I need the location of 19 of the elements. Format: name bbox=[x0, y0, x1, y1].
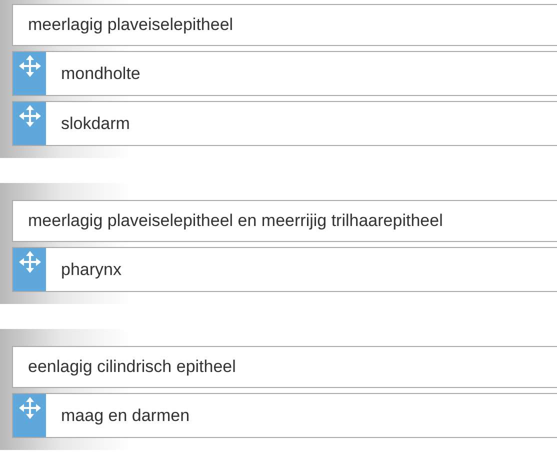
item-label: pharynx bbox=[61, 260, 122, 280]
draggable-item[interactable]: mondholte bbox=[12, 51, 557, 96]
drag-handle[interactable] bbox=[13, 248, 46, 291]
move-icon bbox=[18, 251, 40, 273]
draggable-item[interactable]: pharynx bbox=[12, 247, 557, 292]
item-label: maag en darmen bbox=[61, 406, 190, 426]
drag-handle[interactable] bbox=[13, 52, 46, 95]
category-heading: eenlagig cilindrisch epitheel bbox=[12, 346, 557, 388]
category-heading: meerlagig plaveiselepitheel bbox=[12, 4, 557, 46]
draggable-item[interactable]: slokdarm bbox=[12, 101, 557, 146]
move-icon bbox=[18, 397, 40, 419]
move-icon bbox=[18, 55, 40, 77]
item-label: slokdarm bbox=[61, 114, 130, 134]
move-icon bbox=[18, 105, 40, 127]
draggable-item[interactable]: maag en darmen bbox=[12, 393, 557, 438]
item-label: mondholte bbox=[61, 64, 140, 84]
drag-handle[interactable] bbox=[13, 102, 46, 145]
category-heading: meerlagig plaveiselepitheel en meerrijig trilhaarepitheel bbox=[12, 200, 557, 242]
drag-handle[interactable] bbox=[13, 394, 46, 437]
